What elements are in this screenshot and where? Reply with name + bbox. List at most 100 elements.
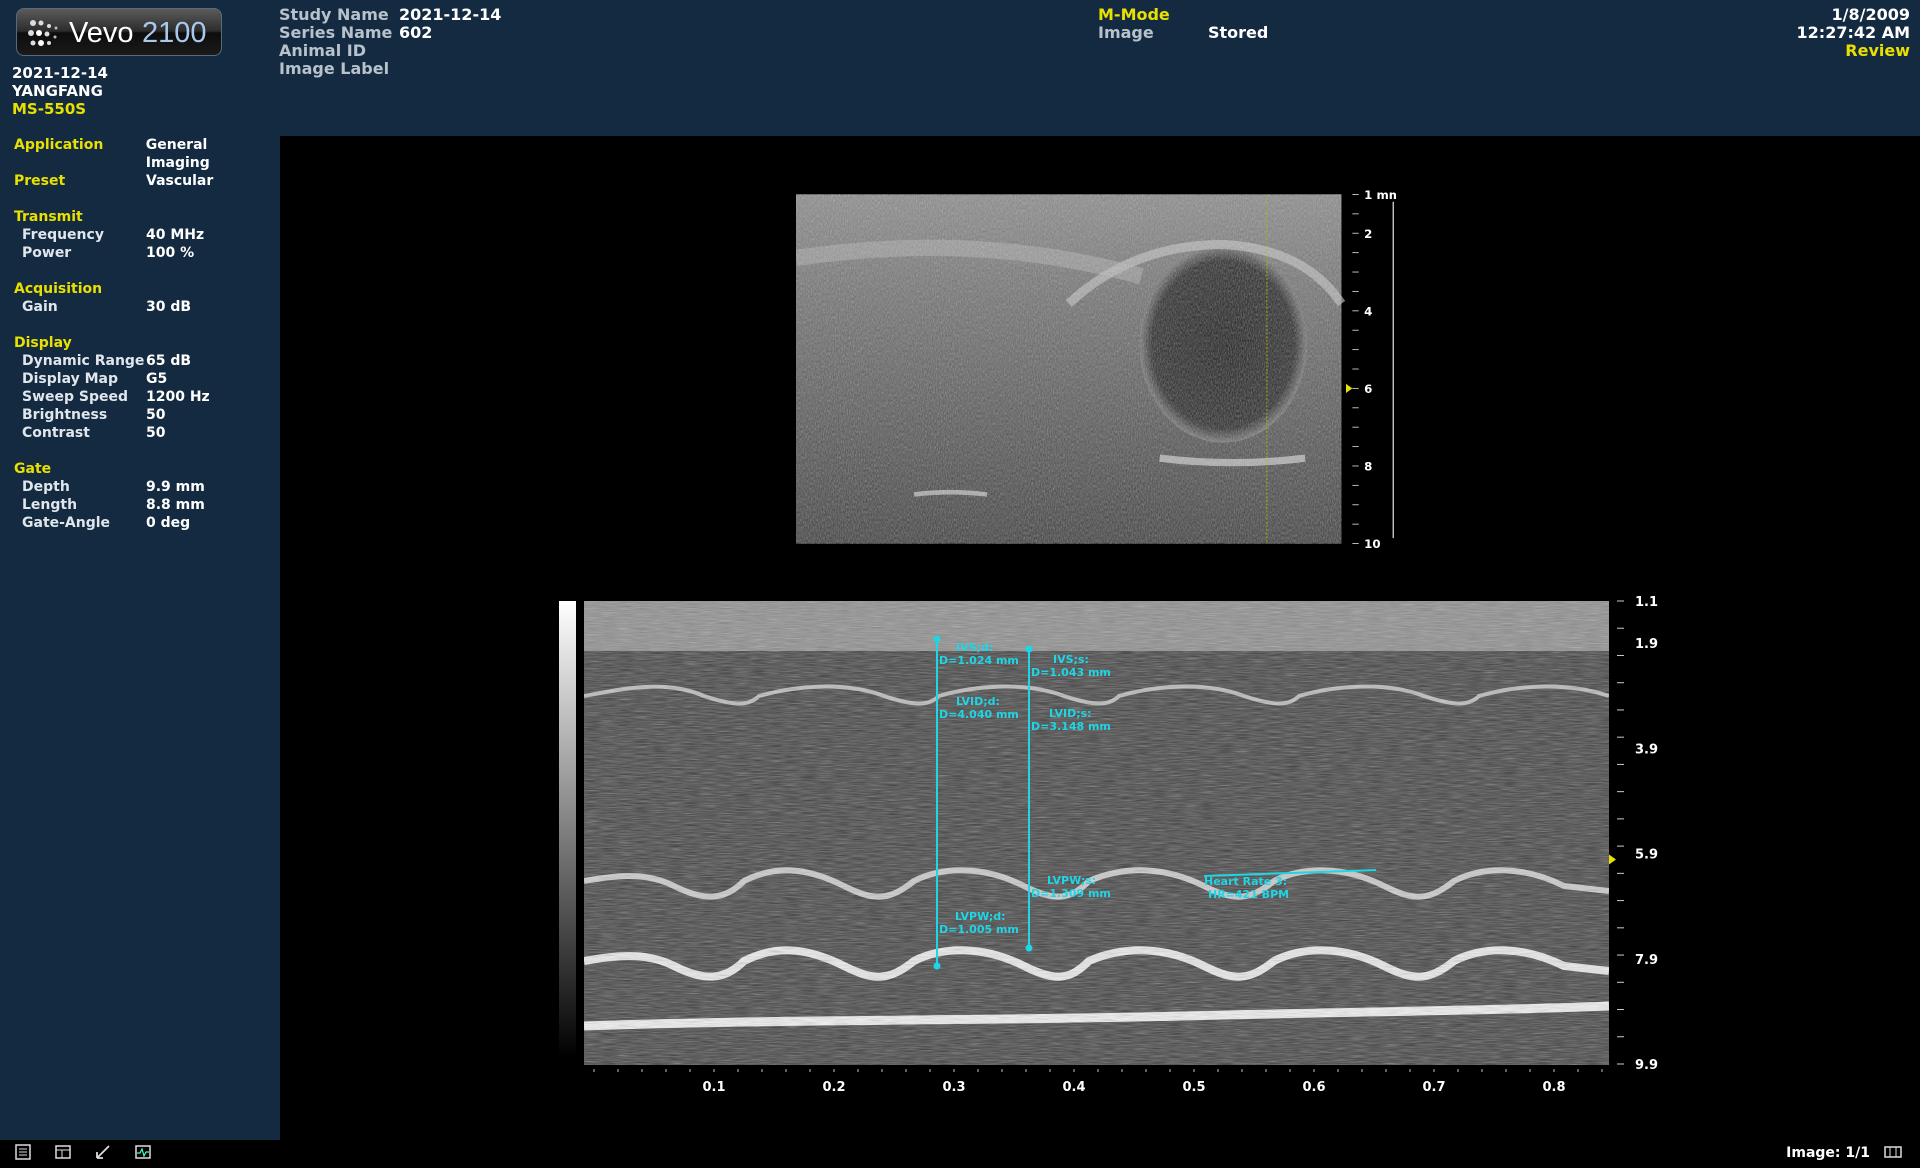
param-row: Frequency 40 MHz — [14, 226, 276, 244]
animal-id-label: Animal ID — [279, 41, 367, 60]
b-mode-depth-scale: 1 mm 2 4 6 8 10 — [1346, 188, 1396, 551]
heart-rate-value: HR=421 BPM — [1208, 888, 1289, 901]
param-row: Dynamic Range 65 dB — [14, 352, 276, 370]
depth-label: 1.9 — [1635, 637, 1658, 652]
study-name-label: Study Name — [279, 5, 389, 24]
grayscale-bar — [559, 601, 576, 1058]
param-value: 50 — [146, 407, 166, 423]
ivs-s-name: IVS;s: — [1053, 653, 1089, 666]
param-value: 30 dB — [146, 299, 192, 315]
image-state-label: Image — [1098, 23, 1154, 42]
lvid-d-name: LVID;d: — [956, 695, 1000, 708]
caliper-point[interactable] — [933, 635, 941, 643]
param-label: Dynamic Range — [22, 353, 145, 369]
mode-name: M-Mode — [1098, 5, 1170, 24]
param-label: Depth — [22, 479, 70, 495]
param-label: Length — [22, 497, 78, 513]
speckle-overlay — [796, 194, 1342, 544]
series-name-value: 602 — [399, 23, 433, 42]
param-row: Gain 30 dB — [14, 298, 276, 316]
param-row: Depth 9.9 mm — [14, 478, 276, 496]
layout-icon[interactable] — [1884, 1143, 1902, 1161]
image-settings-icon[interactable] — [54, 1143, 72, 1161]
application-value: General Imaging — [145, 137, 210, 171]
param-row: Gate-Angle 0 deg — [14, 514, 276, 532]
param-label: Power — [22, 245, 72, 261]
time-label: 0.8 — [1542, 1080, 1565, 1095]
param-row: Contrast 50 — [14, 424, 276, 442]
section-display: Display — [14, 335, 72, 351]
param-row: Power 100 % — [14, 244, 276, 262]
image-label-label: Image Label — [279, 59, 390, 78]
ivs-d-name: IVS;d: — [956, 641, 993, 654]
depth-unit-label: 1 mm — [1364, 188, 1396, 202]
current-time: 12:27:42 AM — [1796, 23, 1910, 42]
m-mode-trace[interactable]: IVS;d: D=1.024 mm IVS;s: D=1.043 mm LVID… — [584, 601, 1609, 1065]
preset-label: Preset — [14, 173, 66, 189]
lvid-s-name: LVID;s: — [1049, 707, 1092, 720]
physio-icon[interactable] — [134, 1143, 152, 1161]
depth-label: 5.9 — [1635, 848, 1658, 863]
time-label: 0.6 — [1302, 1080, 1325, 1095]
lvpw-s-value: D=1.309 mm — [1031, 887, 1111, 900]
datetime-info: 1/8/2009 12:27:42 AM Review — [1797, 6, 1910, 60]
series-name-row: Series Name 602 — [279, 24, 501, 42]
param-row: Display Map G5 — [14, 370, 276, 388]
time-label: 0.7 — [1422, 1080, 1445, 1095]
m-mode-time-axis: 0.1 0.2 0.3 0.4 0.5 0.6 0.7 0.8 — [593, 1069, 1603, 1095]
time-label: 0.5 — [1182, 1080, 1205, 1095]
param-label: Contrast — [22, 425, 90, 441]
param-label: Sweep Speed — [22, 389, 129, 405]
param-label: Gate-Angle — [22, 515, 111, 531]
measure-tool-icon[interactable] — [94, 1143, 112, 1161]
focus-marker-icon — [1346, 383, 1353, 393]
param-label: Brightness — [22, 407, 108, 423]
param-value: G5 — [146, 371, 168, 387]
caliper-point[interactable] — [1025, 645, 1033, 653]
param-value: 100 % — [146, 245, 195, 261]
depth-label: 3.9 — [1635, 742, 1658, 757]
time-label: 0.1 — [702, 1080, 725, 1095]
ivs-d-value: D=1.024 mm — [939, 654, 1019, 667]
brand-name: Vevo — [69, 17, 134, 49]
caliper-point[interactable] — [1025, 944, 1033, 952]
lvpw-d-value: D=1.005 mm — [939, 923, 1019, 936]
study-info: Study Name 2021-12-14 Series Name 602 An… — [279, 6, 501, 78]
image-counter: Image: 1/1 — [1786, 1145, 1870, 1161]
depth-label: 8 — [1364, 460, 1372, 474]
depth-label: 1.1 — [1635, 595, 1658, 610]
depth-label: 2 — [1364, 227, 1372, 241]
depth-label: 4 — [1364, 304, 1372, 318]
param-row: Brightness 50 — [14, 406, 276, 424]
depth-label: 10 — [1364, 537, 1380, 551]
param-value: 1200 Hz — [146, 389, 210, 405]
lvpw-d-name: LVPW;d: — [955, 910, 1006, 923]
param-value: 50 — [146, 425, 166, 441]
b-mode-image[interactable]: 1 mm 2 4 6 8 10 — [796, 177, 1396, 561]
param-value: 8.8 mm — [146, 497, 205, 513]
m-mode-depth-scale: 1.1 1.9 3.9 5.9 7.9 9.9 — [1609, 595, 1658, 1073]
preset-value: Vascular — [146, 173, 214, 189]
status-bar — [0, 1140, 1920, 1168]
param-value: 40 MHz — [146, 227, 205, 243]
lvid-s-value: D=3.148 mm — [1031, 720, 1111, 733]
caliper-point[interactable] — [933, 962, 941, 970]
report-icon[interactable] — [14, 1143, 32, 1161]
image-state-row: Image Stored — [1098, 24, 1268, 42]
application-label: Application — [14, 137, 104, 153]
param-label: Gain — [22, 299, 58, 315]
time-label: 0.4 — [1062, 1080, 1085, 1095]
param-value: 65 dB — [146, 353, 192, 369]
transducer-name: MS-550S — [12, 100, 87, 118]
vevo-logo: Vevo 2100 — [16, 8, 222, 56]
imaging-mode: M-Mode Image Stored — [1098, 6, 1268, 42]
imaging-parameters: Application General Imaging Preset Vascu… — [14, 136, 276, 532]
time-label: 0.3 — [942, 1080, 965, 1095]
depth-label: 9.9 — [1635, 1058, 1658, 1073]
param-row: Sweep Speed 1200 Hz — [14, 388, 276, 406]
model-number: 2100 — [142, 17, 207, 49]
application-row: Application General Imaging — [14, 136, 276, 172]
preset-row: Preset Vascular — [14, 172, 276, 190]
param-label: Frequency — [22, 227, 104, 243]
depth-label: 6 — [1364, 382, 1372, 396]
